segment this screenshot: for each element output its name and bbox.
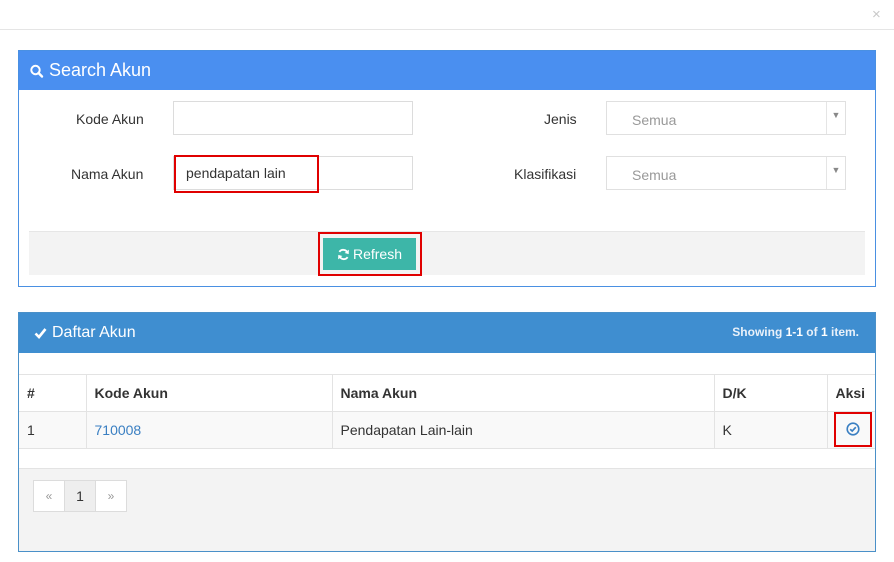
refresh-icon [338, 248, 349, 260]
column-header-dk: D/K [713, 374, 828, 412]
klasifikasi-label: Klasifikasi [514, 166, 577, 182]
jenis-select[interactable]: Semua ▼ [606, 101, 846, 135]
column-header-kode: Kode Akun [85, 374, 333, 412]
nama-akun-label: Nama Akun [71, 166, 144, 182]
column-header-nama: Nama Akun [331, 374, 715, 412]
search-icon [30, 64, 44, 78]
daftar-akun-title-text: Daftar Akun [52, 324, 136, 341]
dialog-top-bar: × [0, 0, 894, 30]
cell-nama: Pendapatan Lain-lain [331, 411, 715, 449]
pagination-prev[interactable]: « [33, 480, 65, 512]
search-button-bar: Refresh [29, 231, 865, 276]
kode-akun-input[interactable] [173, 101, 413, 135]
cell-aksi [826, 411, 875, 449]
check-icon [34, 328, 47, 339]
pagination-bar: « 1 » [19, 468, 875, 551]
refresh-button[interactable]: Refresh [323, 238, 416, 270]
jenis-selected-value: Semua [632, 112, 677, 128]
column-header-no: # [19, 374, 87, 412]
kode-akun-link[interactable]: 710008 [95, 422, 142, 438]
table-row: 1 710008 Pendapatan Lain-lain K [19, 411, 875, 449]
table-header-row: # Kode Akun Nama Akun D/K Aksi [19, 374, 875, 412]
pagination-page-1[interactable]: 1 [64, 480, 96, 512]
pagination-next[interactable]: » [95, 480, 127, 512]
akun-table: # Kode Akun Nama Akun D/K Aksi 1 710008 … [19, 374, 875, 449]
daftar-akun-panel: Daftar Akun Showing 1-1 of 1 item. # Kod… [18, 312, 876, 552]
klasifikasi-selected-value: Semua [632, 167, 677, 183]
column-header-aksi: Aksi [826, 374, 875, 412]
refresh-button-label: Refresh [352, 246, 403, 262]
jenis-label: Jenis [544, 111, 577, 127]
search-panel: Search Akun Kode Akun Jenis Semua ▼ Nama… [18, 50, 876, 287]
search-panel-header: Search Akun [19, 51, 875, 90]
close-icon[interactable]: × [872, 7, 884, 22]
pagination: « 1 » [33, 480, 127, 512]
cell-no: 1 [19, 411, 87, 449]
kode-akun-label: Kode Akun [76, 111, 144, 127]
nama-akun-input[interactable] [173, 156, 413, 190]
chevron-down-icon: ▼ [826, 102, 845, 134]
cell-kode: 710008 [85, 411, 333, 449]
search-panel-title: Search Akun [49, 60, 152, 80]
select-check-icon[interactable] [845, 421, 860, 436]
daftar-akun-header: Daftar Akun Showing 1-1 of 1 item. [19, 313, 875, 353]
klasifikasi-select[interactable]: Semua ▼ [606, 156, 846, 190]
showing-summary: Showing 1-1 of 1 item. [732, 325, 859, 339]
cell-dk: K [713, 411, 828, 449]
daftar-akun-title: Daftar Akun [34, 324, 136, 342]
chevron-down-icon: ▼ [826, 157, 845, 189]
